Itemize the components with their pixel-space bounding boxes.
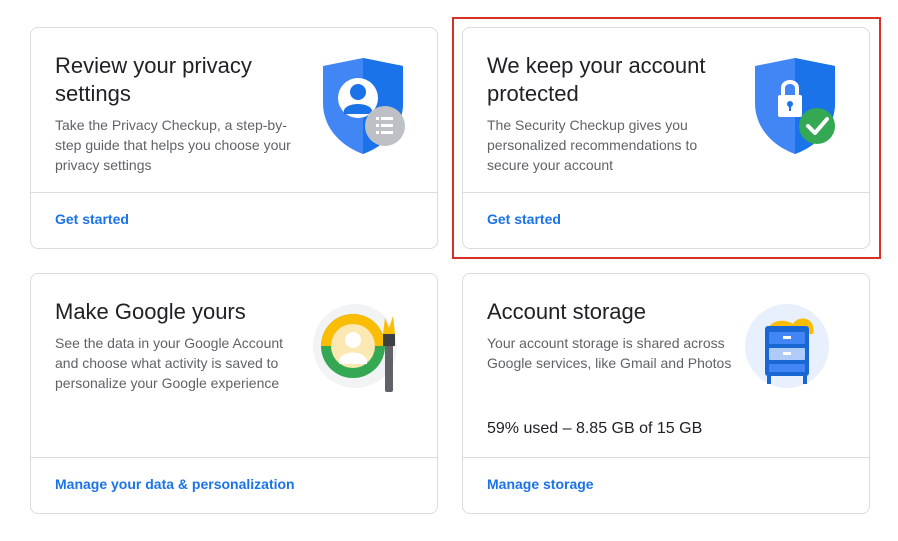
security-lock-shield-icon [745,58,845,158]
card-divider [31,457,437,458]
card-description: See the data in your Google Account and … [55,335,284,391]
storage-cabinet-icon [745,304,845,404]
card-title: We keep your account protected [487,53,706,106]
storage-usage-text: 59% used – 8.85 GB of 15 GB [487,420,703,437]
card-description: Your account storage is shared across Go… [487,335,732,371]
manage-storage-link[interactable]: Manage storage [487,474,594,494]
account-storage-card: Account storage Your account storage is … [462,273,870,514]
card-divider [463,192,869,193]
personalization-card: Make Google yours See the data in your G… [30,273,438,514]
manage-data-personalization-link[interactable]: Manage your data & personalization [55,474,295,494]
security-checkup-card: We keep your account protected The Secur… [462,27,870,249]
get-started-link[interactable]: Get started [487,209,561,229]
personalization-brush-icon [313,304,413,404]
card-title: Account storage [487,299,646,324]
card-title: Review your privacy settings [55,53,252,106]
get-started-link[interactable]: Get started [55,209,129,229]
card-divider [463,457,869,458]
privacy-checkup-card: Review your privacy settings Take the Pr… [30,27,438,249]
card-description: Take the Privacy Checkup, a step-by-step… [55,117,291,173]
card-title: Make Google yours [55,299,246,324]
card-divider [31,192,437,193]
card-description: The Security Checkup gives you personali… [487,117,698,173]
privacy-shield-icon [313,58,413,158]
